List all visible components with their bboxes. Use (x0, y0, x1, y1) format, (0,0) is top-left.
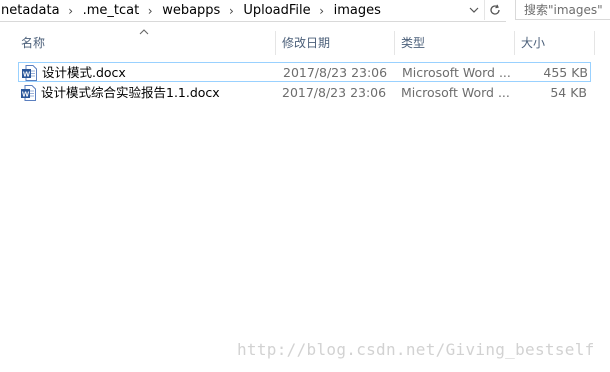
file-type: Microsoft Word ... (402, 65, 511, 80)
breadcrumb-separator-icon[interactable]: › (60, 4, 82, 18)
refresh-button[interactable] (484, 0, 505, 20)
file-name: 设计模式综合实验报告1.1.docx (41, 85, 220, 100)
svg-text:W: W (23, 69, 31, 78)
address-bar[interactable]: netadata › .me_tcat › webapps › UploadFi… (0, 0, 506, 22)
breadcrumb-separator-icon[interactable]: › (311, 4, 333, 18)
file-name: 设计模式.docx (42, 65, 126, 80)
toolbar: netadata › .me_tcat › webapps › UploadFi… (0, 0, 610, 22)
breadcrumb-separator-icon[interactable]: › (220, 4, 242, 18)
search-input[interactable]: 搜索"images" (515, 0, 610, 20)
column-header-size[interactable]: 大小 (514, 28, 594, 58)
breadcrumb-netadata[interactable]: netadata (0, 3, 60, 18)
chevron-down-icon (469, 7, 479, 13)
breadcrumb-images[interactable]: images (333, 3, 381, 18)
file-type: Microsoft Word ... (401, 85, 510, 100)
address-history-dropdown-button[interactable] (464, 0, 484, 20)
breadcrumb-me-tcat[interactable]: .me_tcat (82, 3, 140, 18)
word-doc-icon: W (21, 85, 36, 101)
refresh-icon (490, 4, 500, 15)
file-size: 455 KB (543, 65, 588, 80)
file-row[interactable]: W 设计模式.docx 2017/8/23 23:06 Microsoft Wo… (18, 62, 591, 82)
column-header-type[interactable]: 类型 (394, 28, 514, 58)
breadcrumb-separator-icon[interactable]: › (139, 4, 161, 18)
breadcrumb-webapps[interactable]: webapps (161, 3, 220, 18)
file-modified-date: 2017/8/23 23:06 (283, 65, 388, 80)
column-divider[interactable] (594, 31, 595, 55)
word-doc-icon: W (22, 65, 37, 81)
file-size: 54 KB (550, 85, 587, 100)
svg-text:W: W (22, 89, 30, 98)
file-row[interactable]: W 设计模式综合实验报告1.1.docx 2017/8/23 23:06 Mic… (18, 83, 591, 103)
column-header-date[interactable]: 修改日期 (275, 28, 395, 58)
watermark-text: http://blog.csdn.net/Giving_bestself (237, 340, 595, 359)
file-modified-date: 2017/8/23 23:06 (282, 85, 387, 100)
column-header-name[interactable]: 名称 (14, 28, 274, 58)
breadcrumb-uploadfile[interactable]: UploadFile (242, 3, 310, 18)
column-header-row: 名称 修改日期 类型 大小 (0, 28, 600, 58)
